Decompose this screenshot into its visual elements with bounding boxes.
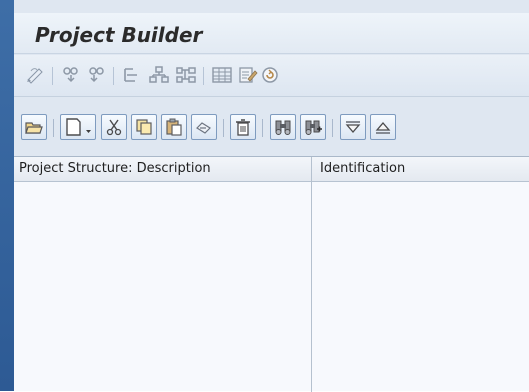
project-structure-grid: Project Structure: Description Identific…	[14, 156, 529, 392]
title-bar: Project Builder	[14, 13, 529, 54]
find-next-icon	[305, 120, 322, 135]
new-document-button[interactable]	[60, 114, 96, 140]
delete-icon	[236, 119, 250, 136]
hierarchy-list-icon[interactable]	[121, 65, 143, 85]
copy-icon	[136, 119, 152, 135]
find-icon	[275, 120, 291, 135]
open-folder-icon	[25, 122, 43, 134]
window-left-border	[0, 0, 14, 391]
toolbar-separator	[203, 67, 204, 85]
find-next-button[interactable]	[300, 114, 326, 140]
toolbar-separator	[113, 67, 114, 85]
edit-document-icon[interactable]	[237, 65, 259, 85]
cut-icon	[106, 119, 122, 136]
move-left-icon[interactable]	[60, 65, 82, 85]
toolbar-separator	[262, 119, 263, 137]
toolbar-separator	[53, 119, 54, 137]
move-right-icon[interactable]	[85, 65, 107, 85]
window-frame: Project Builder Project Structure: Descr…	[0, 0, 529, 392]
expand-button[interactable]	[340, 114, 366, 140]
cut-button[interactable]	[101, 114, 127, 140]
table-grid-icon[interactable]	[211, 65, 233, 85]
refresh-circle-icon[interactable]	[260, 65, 282, 85]
undo-button[interactable]	[191, 114, 217, 140]
column-header-identification[interactable]: Identification	[320, 161, 405, 176]
column-header-description[interactable]: Project Structure: Description	[19, 161, 211, 176]
paste-icon	[166, 118, 182, 136]
column-divider[interactable]	[311, 157, 312, 392]
collapse-icon	[375, 122, 391, 134]
paste-button[interactable]	[161, 114, 187, 140]
new-document-icon	[66, 118, 91, 136]
toolbar-separator	[223, 119, 224, 137]
toolbar-separator	[52, 67, 53, 85]
network-graph-icon[interactable]	[175, 65, 197, 85]
open-folder-button[interactable]	[21, 114, 47, 140]
toolbar-separator	[332, 119, 333, 137]
grid-header: Project Structure: Description Identific…	[14, 157, 529, 182]
delete-button[interactable]	[230, 114, 256, 140]
structure-tree-icon[interactable]	[148, 65, 170, 85]
collapse-button[interactable]	[370, 114, 396, 140]
application-toolbar	[14, 55, 529, 97]
page-title: Project Builder	[35, 23, 203, 47]
tree-toolbar	[14, 110, 529, 152]
copy-button[interactable]	[131, 114, 157, 140]
grid-body[interactable]	[14, 182, 529, 392]
find-button[interactable]	[270, 114, 296, 140]
undo-icon	[196, 122, 211, 134]
expand-icon	[345, 121, 361, 133]
edit-pencil-icon[interactable]	[24, 65, 46, 85]
